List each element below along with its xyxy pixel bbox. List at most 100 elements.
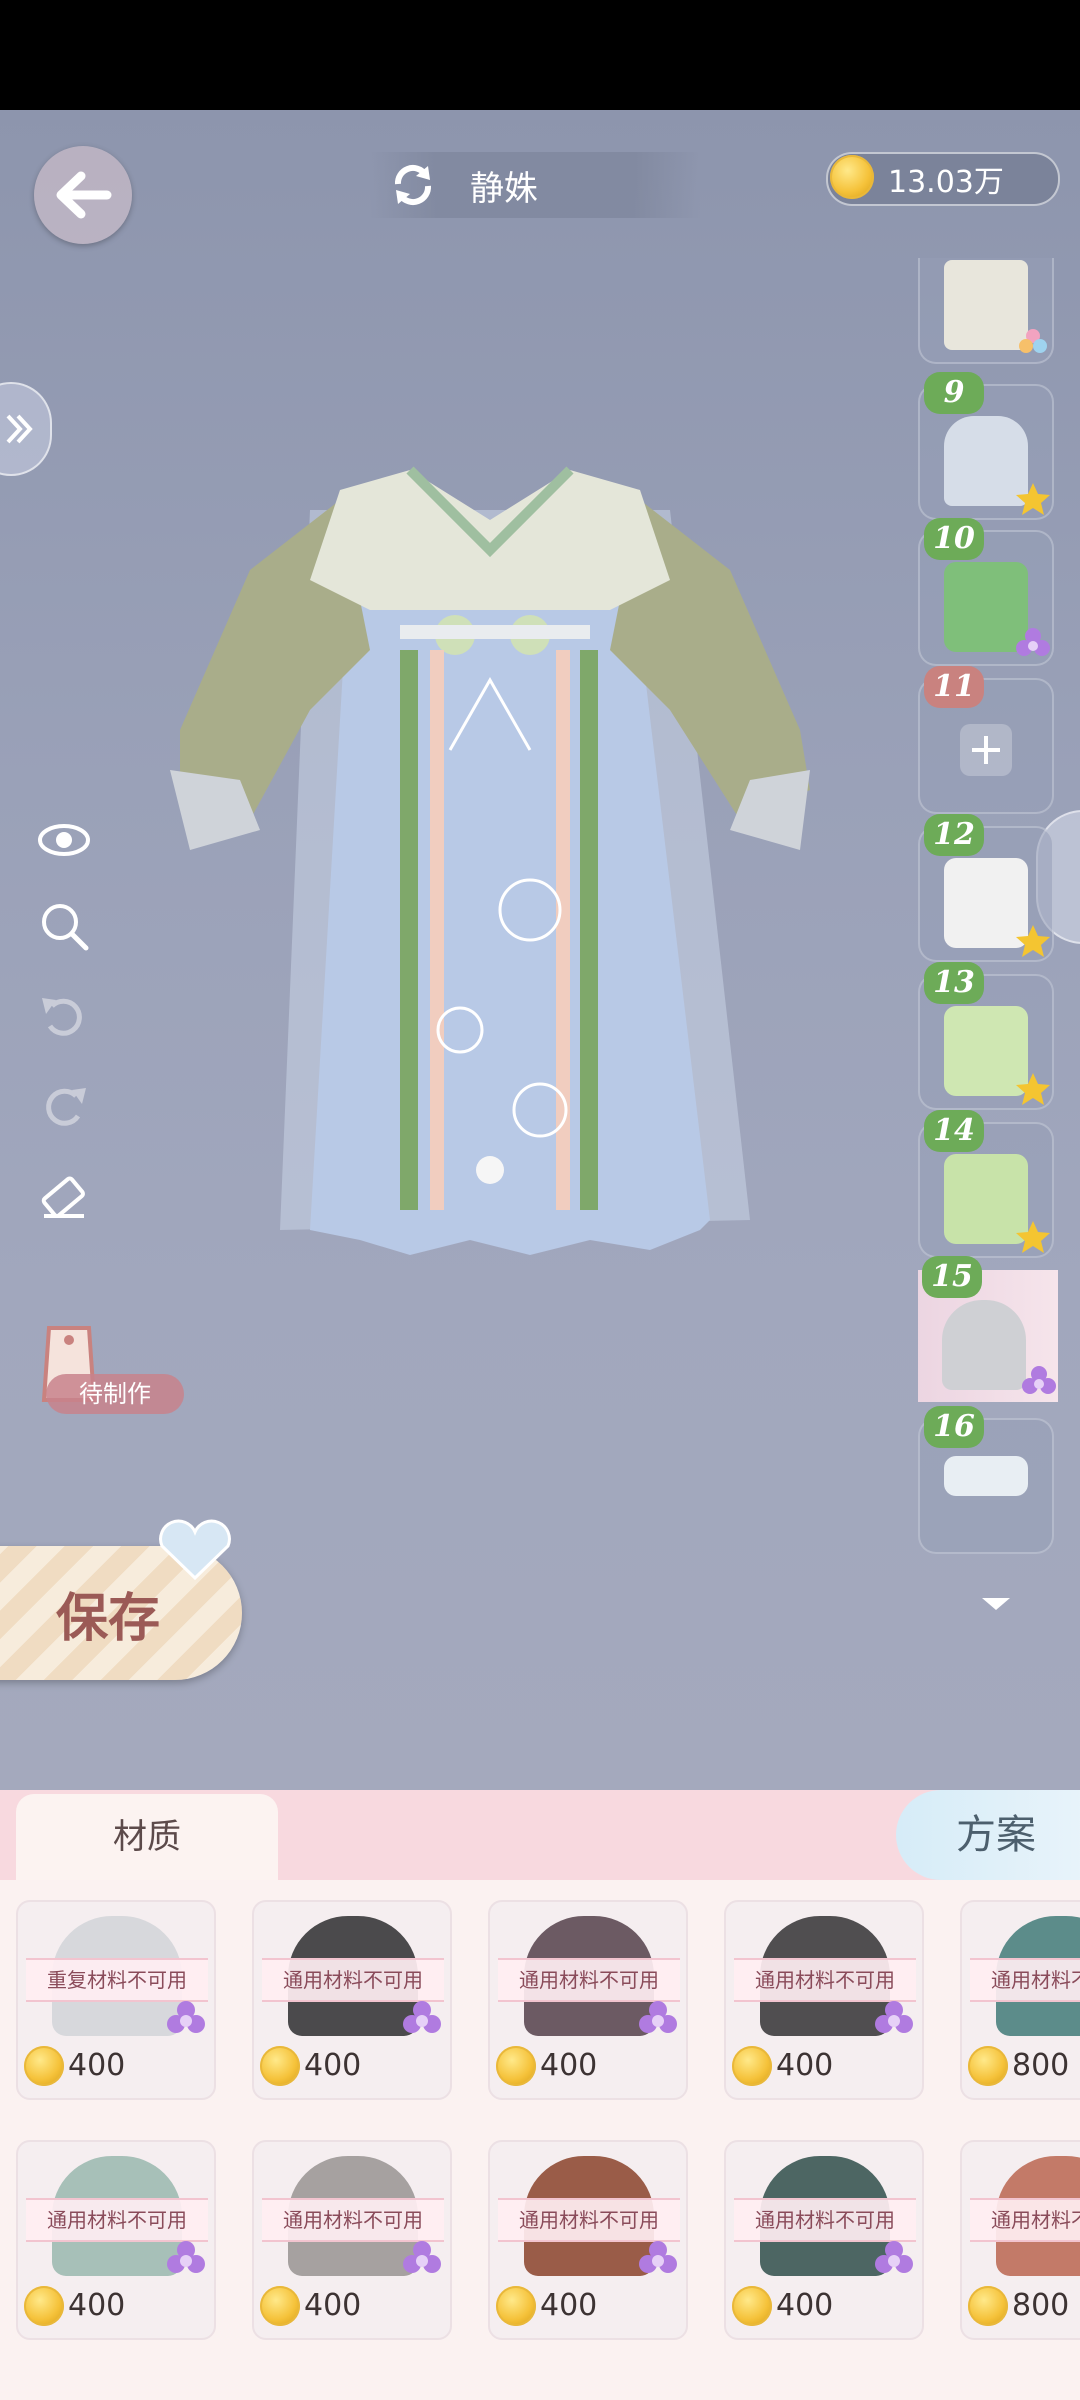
pending-craft-tag[interactable]: 待制作 (34, 1320, 184, 1418)
material-card[interactable]: 通用材料不可用 800 (960, 1900, 1080, 2100)
coin-icon (496, 2286, 536, 2326)
material-card[interactable]: 通用材料不可用 400 (252, 1900, 452, 2100)
material-status: 通用材料不可用 (970, 1958, 1080, 2002)
material-price: 800 (1012, 2288, 1070, 2323)
flower-rarity-icon (639, 2241, 677, 2273)
material-card[interactable]: 通用材料不可用 400 (488, 2140, 688, 2340)
coin-icon (24, 2286, 64, 2326)
material-price: 400 (776, 2288, 834, 2323)
scroll-down-arrow-icon[interactable] (982, 1598, 1010, 1610)
coin-icon (830, 155, 874, 199)
double-chevron-icon (6, 414, 33, 444)
coin-icon (260, 2286, 300, 2326)
material-price: 400 (540, 2288, 598, 2323)
material-price: 400 (304, 2288, 362, 2323)
coin-icon (260, 2046, 300, 2086)
material-status: 通用材料不可用 (734, 2198, 916, 2242)
slot-number: 11 (924, 666, 984, 708)
flower-badge-icon (1019, 329, 1047, 353)
material-panel: 材质 方案 重复材料不可用 400 通用材料不可用 400 通用材料不可用 40… (0, 1790, 1080, 2400)
material-price: 800 (1012, 2048, 1070, 2083)
eraser-icon[interactable] (36, 1170, 92, 1226)
coin-icon (968, 2286, 1008, 2326)
zoom-icon[interactable] (36, 898, 92, 954)
material-status: 通用材料不可用 (970, 2198, 1080, 2242)
star-badge-icon (1016, 483, 1050, 515)
pending-craft-label: 待制作 (46, 1374, 184, 1414)
slot-list[interactable]: 9 10 11 12 13 14 15 16 (918, 258, 1058, 1588)
material-grid: 重复材料不可用 400 通用材料不可用 400 通用材料不可用 400 通用材料… (0, 1880, 1080, 2400)
heart-decoration-icon (159, 1519, 231, 1581)
material-card[interactable]: 重复材料不可用 400 (16, 1900, 216, 2100)
garment-preview (170, 466, 810, 1255)
material-card[interactable]: 通用材料不可用 400 (724, 2140, 924, 2340)
flower-rarity-icon (403, 2001, 441, 2033)
material-status: 通用材料不可用 (262, 2198, 444, 2242)
undo-icon[interactable] (36, 988, 92, 1044)
material-card[interactable]: 通用材料不可用 400 (252, 2140, 452, 2340)
material-status: 通用材料不可用 (262, 1958, 444, 2002)
material-price: 400 (304, 2048, 362, 2083)
coin-icon (24, 2046, 64, 2086)
redo-icon[interactable] (36, 1078, 92, 1134)
tab-material[interactable]: 材质 (16, 1794, 278, 1884)
slot-number: 12 (924, 814, 984, 856)
slot-item-selected[interactable]: 15 (918, 1256, 1058, 1402)
material-status: 通用材料不可用 (26, 2198, 208, 2242)
dress-preview-scene: 静姝 13.03万 待制作 保存 9 10 11 12 13 14 15 16 (0, 110, 1080, 1790)
material-price: 400 (776, 2048, 834, 2083)
outfit-title-bar[interactable]: 静姝 (370, 152, 700, 218)
material-status: 通用材料不可用 (734, 1958, 916, 2002)
slot-item[interactable]: 14 (918, 1110, 1054, 1258)
slot-number: 9 (924, 372, 984, 414)
material-price: 400 (540, 2048, 598, 2083)
material-card[interactable]: 通用材料不可用 400 (488, 1900, 688, 2100)
material-status: 通用材料不可用 (498, 2198, 680, 2242)
coin-icon (496, 2046, 536, 2086)
back-button[interactable] (34, 146, 132, 244)
status-bar (0, 0, 1080, 110)
star-badge-icon (1016, 1073, 1050, 1105)
dye-bottle-icon (944, 1456, 1028, 1496)
outfit-title: 静姝 (470, 168, 538, 209)
star-badge-icon (1016, 1221, 1050, 1253)
flower-rarity-icon (875, 2241, 913, 2273)
flower-rarity-icon (167, 2001, 205, 2033)
material-card[interactable]: 通用材料不可用 400 (16, 2140, 216, 2340)
flower-badge-icon (1016, 628, 1050, 656)
slot-item[interactable]: 11 (918, 666, 1054, 814)
slot-item[interactable]: 13 (918, 962, 1054, 1110)
material-card[interactable]: 通用材料不可用 800 (960, 2140, 1080, 2340)
material-price: 400 (68, 2288, 126, 2323)
slot-number: 14 (924, 1110, 984, 1152)
material-status: 重复材料不可用 (26, 1958, 208, 2002)
coin-balance: 13.03万 (826, 152, 1060, 206)
slot-number: 10 (924, 518, 984, 560)
refresh-icon (394, 164, 432, 206)
flower-rarity-icon (403, 2241, 441, 2273)
slot-number: 16 (924, 1406, 984, 1448)
plus-icon (960, 724, 1012, 776)
slot-item[interactable]: 10 (918, 518, 1054, 666)
slot-item[interactable]: 16 (918, 1406, 1054, 1554)
material-card[interactable]: 通用材料不可用 400 (724, 1900, 924, 2100)
flower-rarity-icon (167, 2241, 205, 2273)
save-label: 保存 (56, 1588, 161, 1649)
slot-item[interactable]: 12 (918, 814, 1054, 962)
coin-amount: 13.03万 (888, 165, 1004, 200)
tab-plan[interactable]: 方案 (896, 1790, 1080, 1880)
save-button[interactable]: 保存 (0, 1519, 242, 1680)
coin-icon (732, 2286, 772, 2326)
slot-number: 13 (924, 962, 984, 1004)
side-expand-tab[interactable] (0, 382, 52, 476)
eye-icon[interactable] (36, 810, 92, 866)
coin-icon (732, 2046, 772, 2086)
flower-badge-icon (1022, 1366, 1056, 1394)
material-status: 通用材料不可用 (498, 1958, 680, 2002)
slot-item[interactable] (918, 258, 1054, 364)
material-price: 400 (68, 2048, 126, 2083)
flower-rarity-icon (639, 2001, 677, 2033)
back-arrow-icon (56, 171, 112, 219)
slot-item[interactable]: 9 (918, 372, 1054, 520)
hood-thumb-icon (942, 1300, 1026, 1390)
